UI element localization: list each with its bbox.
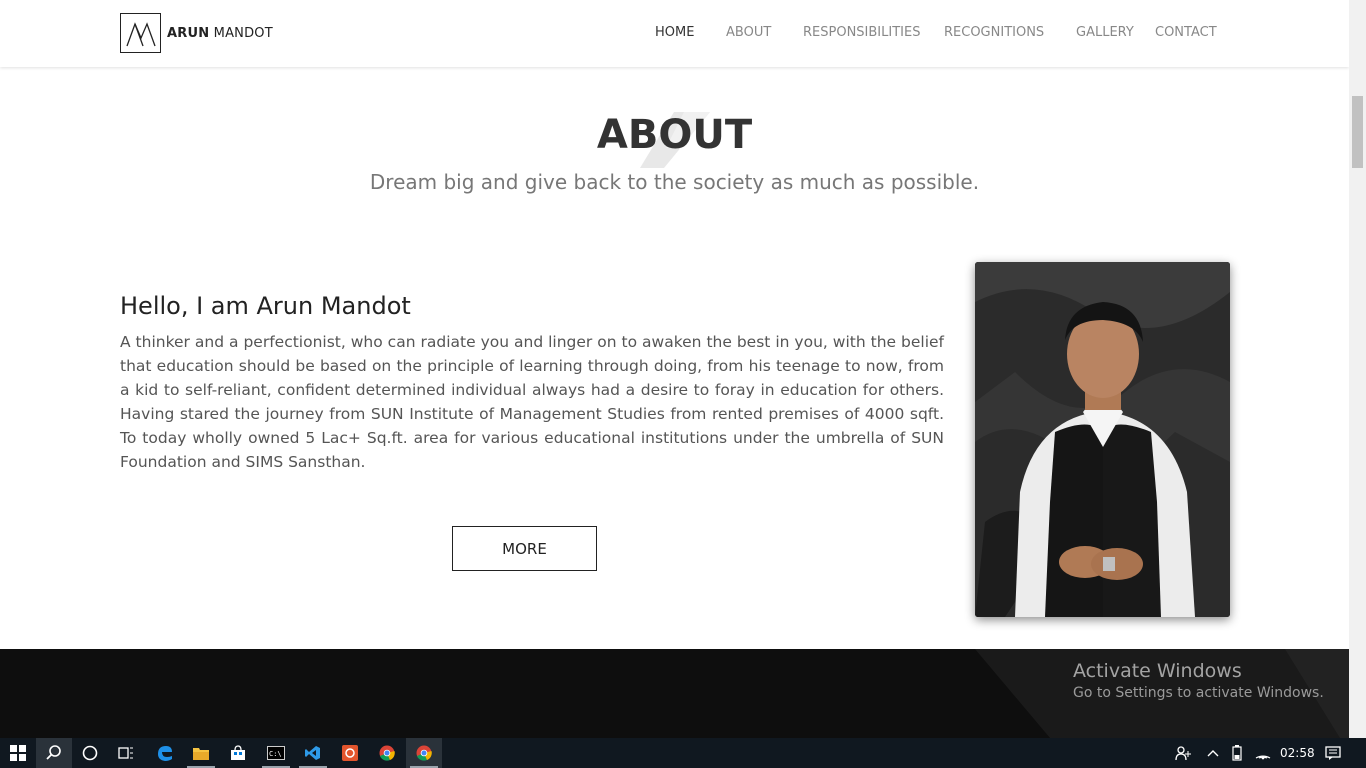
battery-icon[interactable]: [1232, 738, 1242, 768]
windows-taskbar: C:\ 02:58: [0, 738, 1366, 768]
nav-about[interactable]: ABOUT: [726, 25, 771, 40]
chrome-icon[interactable]: [369, 738, 405, 768]
svg-text:C:\: C:\: [269, 750, 282, 758]
start-icon[interactable]: [0, 738, 36, 768]
bio-paragraph: A thinker and a perfectionist, who can r…: [120, 333, 944, 471]
browser-viewport: ARUN MANDOT HOME ABOUT RESPONSIBILITIES …: [0, 0, 1349, 738]
clock[interactable]: 02:58: [1280, 738, 1315, 768]
search-icon[interactable]: [36, 738, 72, 768]
nav-contact[interactable]: CONTACT: [1155, 25, 1217, 40]
page-scrollbar[interactable]: [1349, 0, 1366, 738]
vscode-icon[interactable]: [295, 738, 331, 768]
activate-windows-subtitle: Go to Settings to activate Windows.: [1073, 685, 1324, 701]
scrollbar-thumb[interactable]: [1352, 96, 1363, 168]
bio-heading: Hello, I am Arun Mandot: [120, 292, 411, 320]
cortana-icon[interactable]: [72, 738, 108, 768]
section-subtitle: Dream big and give back to the society a…: [369, 170, 980, 194]
activate-windows-notice: Activate Windows Go to Settings to activ…: [1073, 660, 1324, 701]
chevron-up-icon[interactable]: [1207, 738, 1219, 768]
people-icon[interactable]: [1175, 738, 1191, 768]
task-view-icon[interactable]: [108, 738, 144, 768]
section-title: ABOUT: [596, 112, 753, 158]
nav-home[interactable]: HOME: [655, 25, 694, 40]
chrome-active-icon[interactable]: [406, 738, 442, 768]
site-header: ARUN MANDOT HOME ABOUT RESPONSIBILITIES …: [0, 0, 1349, 67]
cmd-icon[interactable]: C:\: [258, 738, 294, 768]
activate-windows-title: Activate Windows: [1073, 660, 1242, 682]
store-icon[interactable]: [220, 738, 256, 768]
main-nav: HOME ABOUT RESPONSIBILITIES RECOGNITIONS…: [0, 25, 1349, 43]
nav-responsibilities[interactable]: RESPONSIBILITIES: [803, 25, 920, 40]
nav-gallery[interactable]: GALLERY: [1076, 25, 1134, 40]
notifications-icon[interactable]: [1325, 738, 1341, 768]
file-explorer-icon[interactable]: [183, 738, 219, 768]
nav-recognitions[interactable]: RECOGNITIONS: [944, 25, 1044, 40]
wifi-icon[interactable]: [1255, 738, 1271, 768]
more-button[interactable]: MORE: [452, 526, 597, 571]
edge-icon[interactable]: [147, 738, 183, 768]
portrait-photo: [975, 262, 1230, 617]
app-icon[interactable]: [332, 738, 368, 768]
